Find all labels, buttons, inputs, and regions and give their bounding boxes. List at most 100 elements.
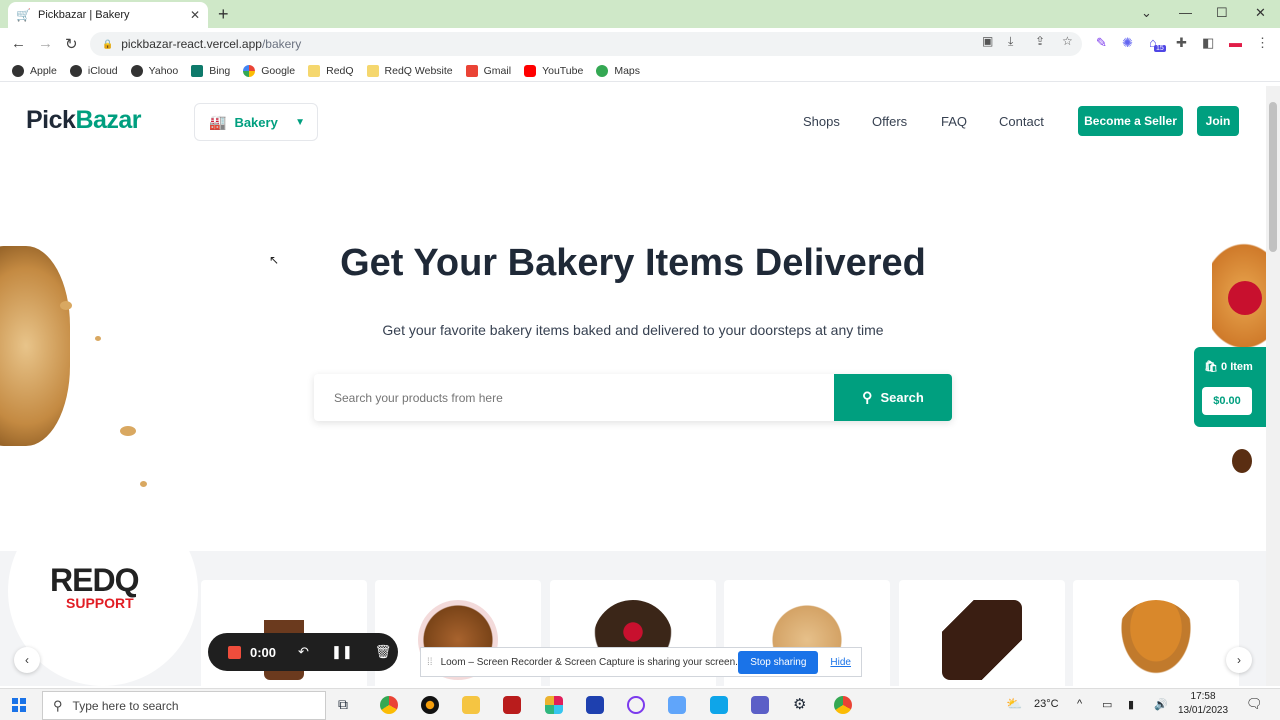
shopping-bag-icon: 🛍 (1204, 361, 1222, 373)
slack-icon[interactable] (545, 696, 563, 714)
azure-icon[interactable] (668, 696, 686, 714)
forward-icon[interactable]: → (38, 35, 53, 52)
bookmark-youtube[interactable]: YouTube (524, 64, 583, 77)
chrome-alt-icon[interactable] (834, 696, 852, 714)
logo-part-1: Pick (26, 106, 76, 134)
weather-icon[interactable]: ⛅ (1006, 696, 1022, 712)
settings-gear-icon[interactable]: ⚙ (793, 696, 811, 714)
bookmark-label: Bing (209, 64, 231, 77)
minimize-window-icon[interactable]: — (1179, 5, 1192, 20)
become-seller-button[interactable]: Become a Seller (1078, 106, 1183, 136)
share-icon[interactable]: ⇪ (1035, 34, 1045, 48)
gear-extension-icon[interactable]: ✺ (1122, 35, 1133, 51)
scrollbar-thumb[interactable] (1269, 102, 1277, 252)
delete-icon[interactable]: 🗑 (375, 644, 392, 660)
taskbar-search[interactable]: ⚲ Type here to search (42, 691, 326, 720)
globe-icon (12, 64, 24, 77)
search-input[interactable] (314, 374, 834, 421)
page-scrollbar[interactable] (1266, 86, 1280, 686)
bookmark-maps[interactable]: Maps (596, 64, 640, 77)
gmail-icon (465, 64, 478, 77)
task-view-icon[interactable]: ⧉ (338, 696, 356, 714)
nav-contact[interactable]: Contact (999, 114, 1044, 129)
bookmark-yahoo[interactable]: Yahoo (130, 64, 178, 77)
muffin-image (1116, 600, 1196, 680)
back-icon[interactable]: ← (11, 35, 26, 52)
slider-next-button[interactable]: › (1226, 647, 1252, 673)
restart-icon[interactable]: ↶ (298, 644, 309, 660)
address-bar[interactable]: 🔒 pickbazar-react.vercel.app/bakery (90, 32, 1082, 56)
maximize-window-icon[interactable]: ☐ (1216, 5, 1228, 21)
new-tab-button[interactable]: + (218, 4, 229, 24)
file-explorer-icon[interactable] (462, 696, 480, 714)
coffee-bean-image (1232, 449, 1252, 473)
bookmark-label: RedQ (326, 64, 354, 77)
bookmark-star-icon[interactable]: ☆ (1062, 34, 1073, 48)
temperature[interactable]: 23°C (1034, 698, 1059, 710)
search-icon: ⚲ (862, 389, 873, 405)
bookmark-gmail[interactable]: Gmail (465, 64, 511, 77)
install-app-icon[interactable]: ⤓ (1008, 34, 1013, 49)
chrome-icon[interactable] (380, 696, 398, 714)
side-panel-icon[interactable]: ◧ (1202, 35, 1214, 51)
vscode-icon[interactable] (710, 696, 728, 714)
raspberry-image (1228, 281, 1262, 315)
show-hidden-icons[interactable]: ^ (1077, 698, 1082, 710)
slider-prev-button[interactable]: ‹ (14, 647, 40, 673)
close-tab-icon[interactable]: ✕ (190, 8, 200, 22)
volume-icon[interactable]: 🔊 (1154, 698, 1168, 711)
bookmark-apple[interactable]: Apple (12, 64, 57, 77)
cart-widget[interactable]: 🛍 0 Item $0.00 (1194, 347, 1266, 427)
winrar-icon[interactable] (503, 696, 521, 714)
close-window-icon[interactable]: ✕ (1255, 5, 1266, 21)
bookmark-bing[interactable]: Bing (191, 64, 231, 77)
reload-icon[interactable]: ↻ (65, 35, 78, 53)
stop-recording-button[interactable] (228, 645, 241, 659)
hide-link[interactable]: Hide (830, 657, 851, 668)
category-card[interactable] (899, 580, 1065, 686)
hero-title: Get Your Bakery Items Delivered (340, 242, 926, 284)
nav-offers[interactable]: Offers (872, 114, 907, 129)
teams-icon[interactable] (751, 696, 769, 714)
share-message: Loom – Screen Recorder & Screen Capture … (440, 656, 738, 668)
pickbazar-logo[interactable]: PickBazar (26, 106, 142, 135)
menu-kebab-icon[interactable]: ⋮ (1256, 35, 1269, 51)
clock-time: 17:58 (1190, 691, 1216, 702)
recording-timer: 0:00 (250, 644, 277, 660)
browser-tab[interactable]: 🛒 Pickbazar | Bakery ✕ (8, 2, 208, 28)
maps-pin-icon (596, 64, 609, 77)
category-selector[interactable]: 🏭 Bakery ▼ (194, 103, 318, 141)
pause-icon[interactable]: ❚❚ (331, 644, 353, 660)
drag-handle-icon[interactable]: ⁞⁞ (427, 657, 433, 668)
chevron-left-icon: ‹ (25, 653, 29, 667)
crumb-decoration (120, 426, 136, 436)
pen-extension-icon[interactable]: ✎ (1096, 35, 1107, 51)
cart-items-label: 0 Item (1221, 361, 1253, 373)
camera-blocked-icon[interactable]: ▣ (982, 34, 993, 48)
caret-down-icon: ▼ (295, 116, 305, 128)
search-icon: ⚲ (53, 697, 63, 713)
bookmark-redq-website[interactable]: RedQ Website (366, 64, 453, 77)
puzzle-extensions-icon[interactable]: ✚ (1176, 35, 1187, 51)
store-icon[interactable] (586, 696, 604, 714)
network-app-icon[interactable] (627, 696, 645, 714)
cart-total: $0.00 (1202, 387, 1252, 415)
battery-icon[interactable]: ▮ (1128, 698, 1134, 711)
nav-faq[interactable]: FAQ (941, 114, 967, 129)
system-clock[interactable]: 17:58 13/01/2023 (1178, 690, 1228, 718)
stop-sharing-button[interactable]: Stop sharing (738, 650, 819, 674)
join-button[interactable]: Join (1197, 106, 1239, 136)
camera-app-icon[interactable] (421, 696, 439, 714)
profile-icon[interactable]: ▬ (1229, 35, 1242, 50)
bookmark-icloud[interactable]: iCloud (69, 64, 118, 77)
search-button[interactable]: ⚲ Search (834, 374, 952, 421)
windows-start-icon[interactable] (12, 698, 26, 712)
nav-shops[interactable]: Shops (803, 114, 840, 129)
category-card[interactable] (1073, 580, 1239, 686)
tab-search-icon[interactable]: ⌄ (1141, 5, 1152, 21)
bookmark-redq[interactable]: RedQ (308, 64, 354, 77)
notifications-icon[interactable]: 🗨 (1246, 696, 1263, 712)
device-icon[interactable]: ▭ (1102, 698, 1112, 711)
globe-icon (69, 64, 82, 77)
bookmark-google[interactable]: Google (243, 64, 295, 77)
